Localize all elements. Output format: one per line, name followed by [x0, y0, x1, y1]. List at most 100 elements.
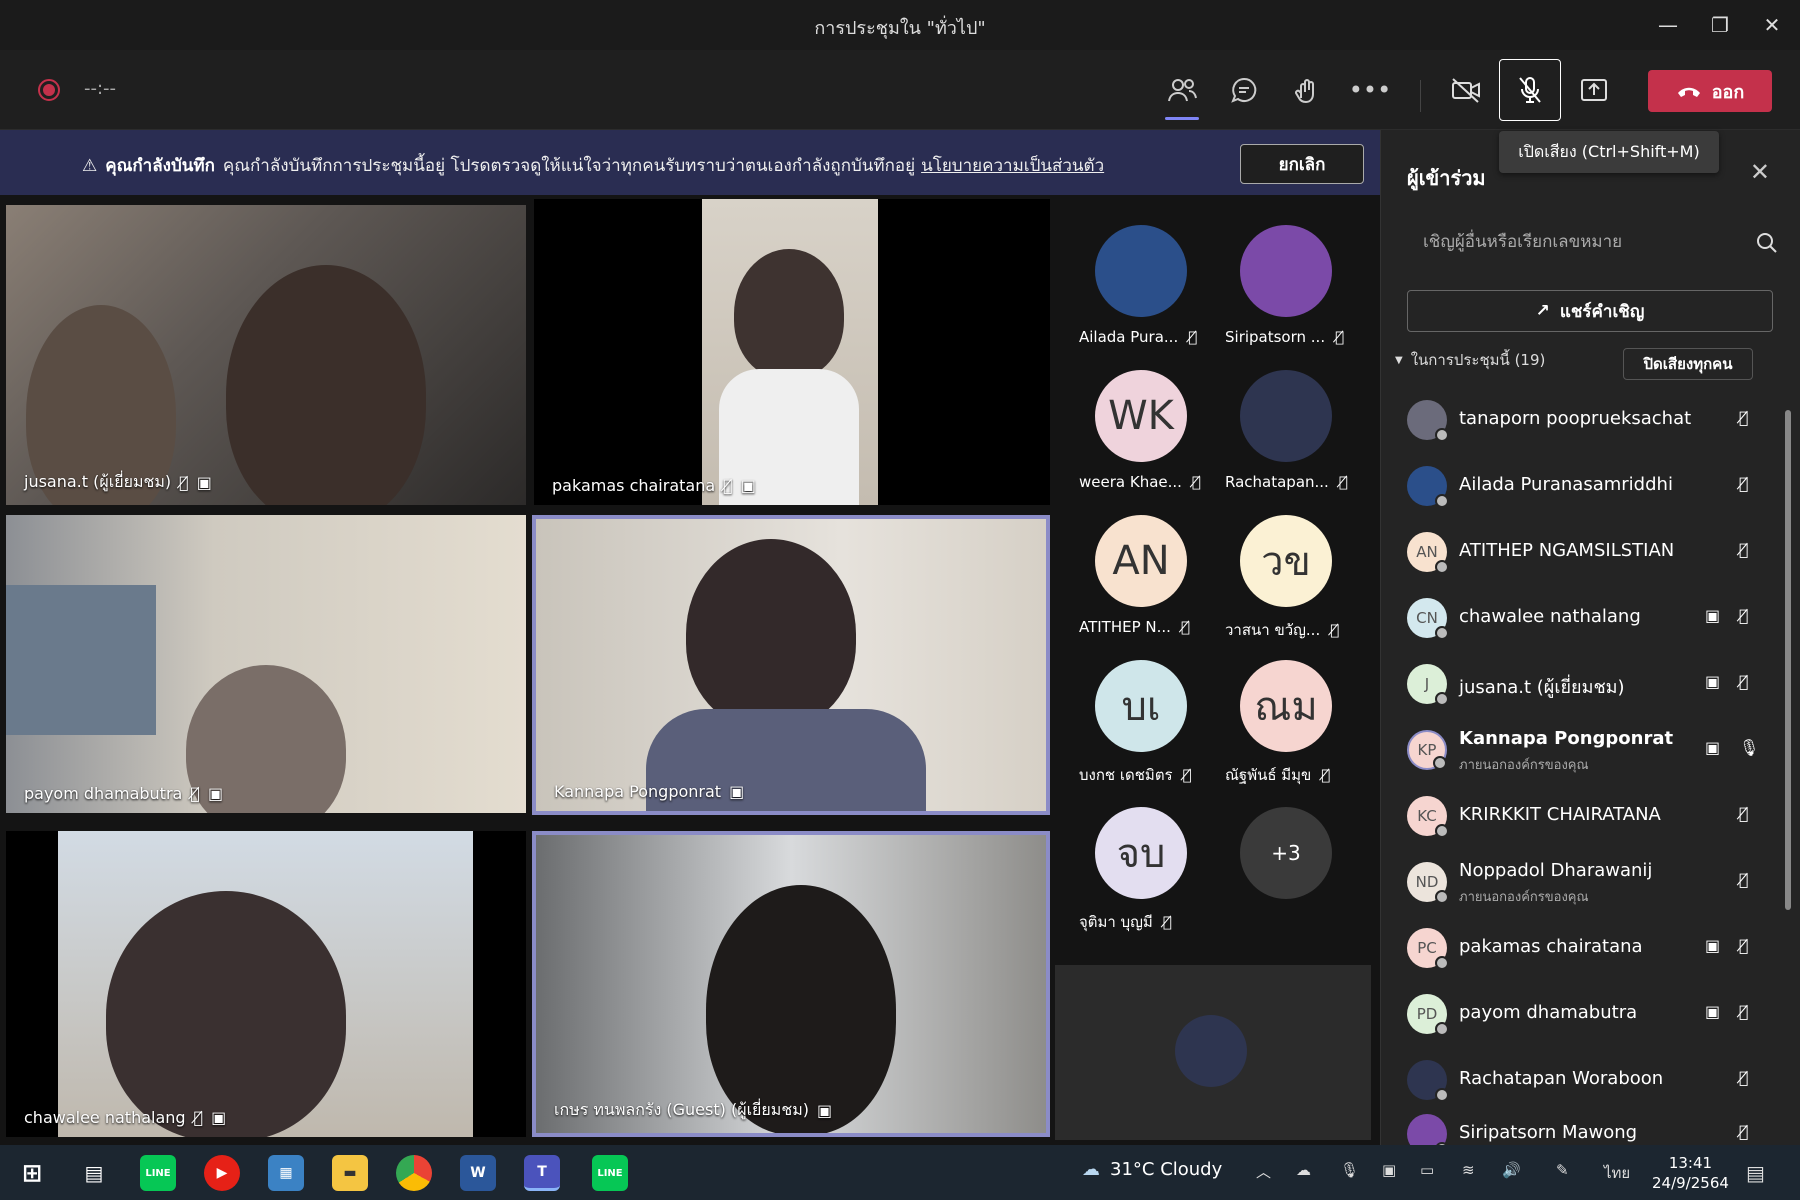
- mic-muted-button[interactable]: [1499, 59, 1561, 121]
- overflow-count-button[interactable]: +3: [1240, 807, 1332, 899]
- close-panel-icon[interactable]: ✕: [1750, 158, 1770, 186]
- video-tile[interactable]: payom dhamabutra 🎙̸ ▣: [6, 515, 526, 813]
- in-meeting-section-toggle[interactable]: ▼ ในการประชุมนี้ (19): [1395, 348, 1545, 372]
- list-item[interactable]: AN ATITHEP NGAMSILSTIAN 🎙̸: [1407, 524, 1777, 580]
- reactions-button[interactable]: [1283, 66, 1331, 114]
- task-view-icon[interactable]: ▤: [76, 1155, 112, 1191]
- list-item[interactable]: PD payom dhamabutra ▣ 🎙̸: [1407, 986, 1777, 1042]
- pen-icon[interactable]: ✎: [1556, 1161, 1569, 1179]
- avatar[interactable]: วข: [1240, 515, 1332, 607]
- more-options-button[interactable]: •••: [1346, 66, 1394, 114]
- chevron-up-icon[interactable]: ︿: [1256, 1161, 1271, 1182]
- list-item[interactable]: PC pakamas chairatana ▣ 🎙̸: [1407, 920, 1777, 976]
- video-tile[interactable]: เกษร ทนพลกรัง (Guest) (ผู้เยี่ยมชม) ▣: [532, 831, 1050, 1137]
- avatar[interactable]: ณม: [1240, 660, 1332, 752]
- mic-off-icon: [1519, 77, 1541, 103]
- pin-icon: ▣: [1705, 672, 1721, 691]
- avatar[interactable]: AN: [1095, 515, 1187, 607]
- self-view: [1055, 965, 1371, 1140]
- clock[interactable]: 13:41 24/9/2564: [1652, 1153, 1729, 1193]
- media-player-icon[interactable]: ▶: [204, 1155, 240, 1191]
- start-icon[interactable]: ⊞: [14, 1155, 50, 1191]
- participant-list: tanaporn pooprueksachat 🎙̸ Ailada Purana…: [1381, 392, 1781, 1145]
- volume-icon[interactable]: 🔊: [1502, 1161, 1521, 1179]
- camera-off-icon: [1452, 78, 1480, 103]
- tile-name: เกษร ทนพลกรัง (Guest) (ผู้เยี่ยมชม): [554, 1100, 809, 1119]
- microphone-icon[interactable]: 🎙: [1340, 1161, 1359, 1179]
- avatar: [1407, 1114, 1449, 1145]
- search-icon[interactable]: [1756, 232, 1778, 258]
- self-avatar: [1175, 1015, 1247, 1087]
- avatar[interactable]: จบ: [1095, 807, 1187, 899]
- avatar-initials: KP: [1417, 741, 1437, 759]
- stop-recording-button[interactable]: ยกเลิก: [1240, 144, 1364, 184]
- list-item[interactable]: Ailada Puranasamriddhi 🎙̸: [1407, 458, 1777, 514]
- mic-off-icon: 🎙̸: [1180, 618, 1190, 636]
- mic-off-icon: 🎙̸: [1739, 870, 1749, 889]
- language-indicator[interactable]: ไทย: [1604, 1161, 1630, 1185]
- mic-off-icon: 🎙̸: [193, 1108, 204, 1127]
- chat-icon: [1231, 77, 1257, 103]
- mute-all-button[interactable]: ปิดเสียงทุกคน: [1623, 348, 1753, 380]
- banner-heading: คุณกำลังบันทึก: [105, 156, 215, 176]
- invite-input[interactable]: เชิญผู้อื่นหรือเรียกเลขหมาย: [1407, 220, 1777, 264]
- avatar-initials: WK: [1108, 393, 1174, 439]
- roster-item: ATITHEP N... 🎙̸: [1079, 618, 1229, 636]
- line-app-icon[interactable]: LINE: [140, 1155, 176, 1191]
- participant-name: Ailada Puranasamriddhi: [1459, 474, 1673, 495]
- scrollbar[interactable]: [1785, 410, 1791, 910]
- share-invite-button[interactable]: ↗ แชร์คำเชิญ: [1407, 290, 1773, 332]
- list-item[interactable]: CN chawalee nathalang ▣ 🎙̸: [1407, 590, 1777, 646]
- meeting-timer: --:--: [84, 78, 117, 99]
- leave-button[interactable]: ออก: [1648, 70, 1772, 112]
- chrome-icon[interactable]: [396, 1155, 432, 1191]
- mic-off-icon: 🎙̸: [1182, 766, 1192, 784]
- calculator-icon[interactable]: ▦: [268, 1155, 304, 1191]
- pin-icon: ▣: [729, 782, 745, 801]
- video-tile[interactable]: pakamas chairatana 🎙̸ ▣: [534, 199, 1050, 505]
- participant-name: jusana.t (ผู้เยี่ยมชม): [1459, 677, 1625, 698]
- video-tile[interactable]: chawalee nathalang 🎙̸ ▣: [6, 831, 526, 1137]
- status-icon: [1435, 560, 1449, 574]
- teams-icon[interactable]: T: [524, 1155, 560, 1191]
- line-app-icon[interactable]: LINE: [592, 1155, 628, 1191]
- list-item[interactable]: ND Noppadol Dharawanij ภายนอกองค์กรของคุ…: [1407, 854, 1777, 910]
- list-item[interactable]: KP Kannapa Pongponrat ภายนอกองค์กรของคุณ…: [1407, 722, 1777, 778]
- avatar[interactable]: [1240, 225, 1332, 317]
- recording-banner: ⚠ คุณกำลังบันทึก คุณกำลังบันทึกการประชุมนี…: [0, 130, 1380, 195]
- file-explorer-icon[interactable]: ▬: [332, 1155, 368, 1191]
- chat-button[interactable]: [1220, 66, 1268, 114]
- word-icon[interactable]: W: [460, 1155, 496, 1191]
- list-item[interactable]: Rachatapan Woraboon 🎙̸: [1407, 1052, 1777, 1108]
- onedrive-icon[interactable]: ☁: [1296, 1161, 1311, 1179]
- share-icon: ↗: [1535, 301, 1550, 321]
- close-window-icon[interactable]: ✕: [1750, 8, 1794, 42]
- video-tile-active-speaker[interactable]: Kannapa Pongponrat ▣: [532, 515, 1050, 815]
- raise-hand-icon: [1295, 79, 1314, 104]
- avatar[interactable]: [1095, 225, 1187, 317]
- avatar[interactable]: บเ: [1095, 660, 1187, 752]
- avatar[interactable]: [1240, 370, 1332, 462]
- restore-icon[interactable]: ❐: [1698, 8, 1742, 42]
- minimize-icon[interactable]: —: [1646, 8, 1690, 42]
- avatar[interactable]: WK: [1095, 370, 1187, 462]
- pin-icon: ▣: [1705, 738, 1721, 757]
- participant-name: chawalee nathalang: [1459, 606, 1641, 627]
- share-screen-button[interactable]: [1570, 66, 1618, 114]
- participant-subtitle: ภายนอกองค์กรของคุณ: [1459, 758, 1589, 773]
- battery-icon[interactable]: ▭: [1420, 1161, 1434, 1179]
- list-item[interactable]: J jusana.t (ผู้เยี่ยมชม) ▣ 🎙̸: [1407, 656, 1777, 712]
- status-icon: [1435, 1088, 1449, 1102]
- participants-button[interactable]: [1158, 66, 1206, 120]
- meet-now-icon[interactable]: ▣: [1382, 1161, 1396, 1179]
- list-item[interactable]: tanaporn pooprueksachat 🎙̸: [1407, 392, 1777, 448]
- list-item[interactable]: KC KRIRKKIT CHAIRATANA 🎙̸: [1407, 788, 1777, 844]
- weather-widget[interactable]: ☁ 31°C Cloudy: [1082, 1159, 1222, 1180]
- share-screen-icon: [1581, 79, 1607, 101]
- wifi-icon[interactable]: ≋: [1462, 1161, 1475, 1179]
- notifications-icon[interactable]: ▤: [1746, 1161, 1765, 1185]
- video-tile[interactable]: jusana.t (ผู้เยี่ยมชม) 🎙̸ ▣: [6, 205, 526, 505]
- privacy-link[interactable]: นโยบายความเป็นส่วนตัว: [921, 156, 1104, 176]
- list-item[interactable]: Siripatsorn Mawong 🎙̸: [1407, 1106, 1777, 1145]
- camera-off-button[interactable]: [1442, 66, 1490, 114]
